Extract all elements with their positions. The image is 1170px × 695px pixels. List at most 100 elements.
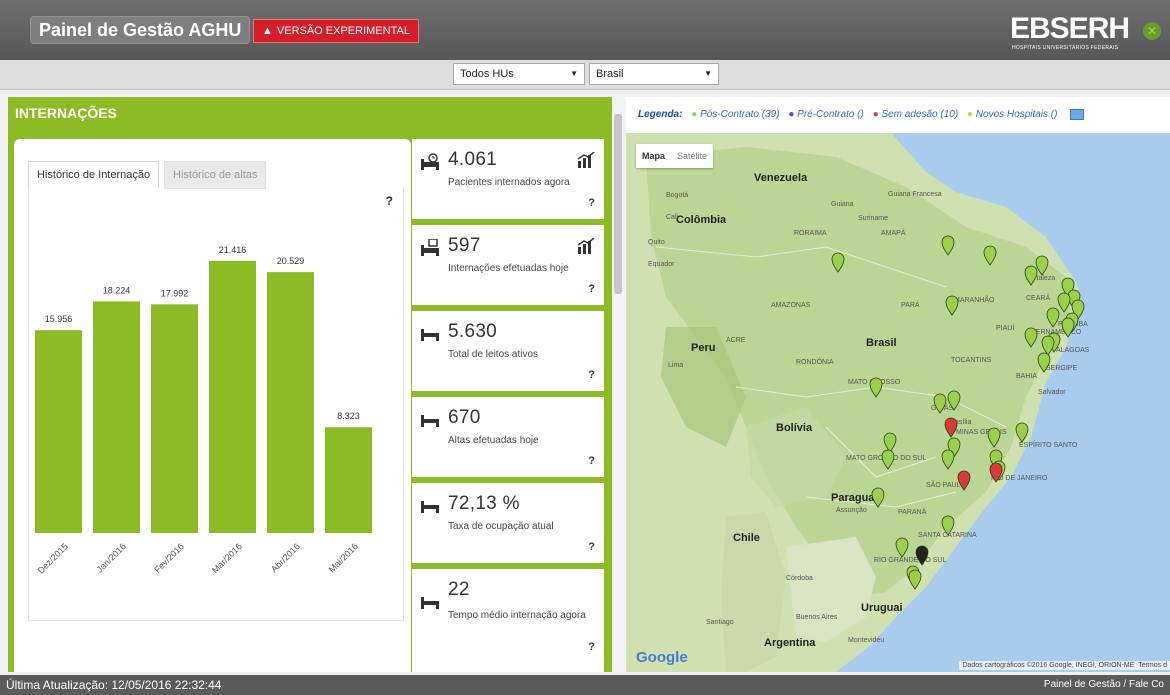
pin-icon: ● xyxy=(966,109,973,120)
help-icon[interactable]: ? xyxy=(588,197,595,209)
bar-value-label: 17.992 xyxy=(161,288,189,298)
chevron-down-icon: ▼ xyxy=(704,69,712,78)
hospital-pin-icon[interactable] xyxy=(1041,335,1055,356)
tab-historico-internacao[interactable]: Histórico de Internação xyxy=(28,161,160,189)
hospital-pin-icon[interactable] xyxy=(895,537,909,558)
bar-Mai/2016[interactable] xyxy=(325,427,372,533)
hospital-pin-icon[interactable] xyxy=(941,515,955,536)
hospital-pin-icon[interactable] xyxy=(915,545,929,566)
bar-Fev/2016[interactable] xyxy=(151,304,198,533)
bar-value-label: 20.529 xyxy=(277,256,305,266)
hospital-pin-icon[interactable] xyxy=(869,377,883,398)
app-title[interactable]: Painel de Gestão AGHU xyxy=(30,16,251,44)
filter-bar: Todos HUs ▼ Brasil ▼ xyxy=(0,60,1170,147)
close-icon[interactable]: ✕ xyxy=(1143,22,1161,40)
hospital-pin-icon[interactable] xyxy=(1061,317,1075,338)
chart-icon[interactable] xyxy=(577,152,595,168)
hospital-pin-icon[interactable] xyxy=(908,569,922,590)
legend-item-sem-adesao[interactable]: ● Sem adesão (10) xyxy=(873,109,959,120)
stat-label: Total de leitos ativos xyxy=(448,349,539,360)
stat-card: 670 Altas efetuadas hoje ? xyxy=(412,397,604,477)
legend-title: Legenda: xyxy=(638,109,683,120)
pin-icon: ● xyxy=(691,109,698,120)
hospital-pin-icon[interactable] xyxy=(1024,327,1038,348)
legend-item-novos-hospitais[interactable]: ● Novos Hospitais () xyxy=(967,109,1058,120)
hospital-pin-icon[interactable] xyxy=(957,470,971,491)
help-icon[interactable]: ? xyxy=(588,541,595,553)
hospital-pin-icon[interactable] xyxy=(881,449,895,470)
bar-value-label: 21.416 xyxy=(219,245,247,255)
internacoes-panel: INTERNAÇÕES Histórico de Internação Hist… xyxy=(8,97,612,672)
map-button[interactable]: Mapa xyxy=(636,144,671,168)
stat-value: 4.061 xyxy=(448,149,498,170)
stat-value: 5.630 xyxy=(448,321,498,342)
logo-subtitle: HOSPITAIS UNIVERSITÁRIOS FEDERAIS xyxy=(1012,45,1119,51)
hospital-pin-icon[interactable] xyxy=(883,432,897,453)
bar-Mar/2016[interactable] xyxy=(209,260,256,533)
bed-calendar-icon xyxy=(421,239,439,256)
hospital-pin-icon[interactable] xyxy=(941,449,955,470)
stat-value: 22 xyxy=(448,579,470,600)
hospital-pin-icon[interactable] xyxy=(983,245,997,266)
hospital-pin-icon[interactable] xyxy=(871,487,885,508)
stat-value: 670 xyxy=(448,407,481,428)
legend-item-pre-contrato[interactable]: ● Pré-Contrato () xyxy=(788,109,864,120)
stat-card: 22 Tempo médio internação agora ? xyxy=(412,569,604,672)
hospital-pin-icon[interactable] xyxy=(831,252,845,273)
ebserh-logo: EBSERH xyxy=(1010,12,1130,45)
legend-item-pos-contrato[interactable]: ● Pós-Contrato (39) xyxy=(691,109,779,120)
stat-card: 597 Internações efetuadas hoje ? xyxy=(412,225,604,305)
bar-value-label: 15.956 xyxy=(45,314,73,324)
warning-icon: ▲ xyxy=(262,25,273,37)
bar-value-label: 18.224 xyxy=(103,285,131,295)
satellite-button[interactable]: Satélite xyxy=(671,144,713,168)
hospital-pin-icon[interactable] xyxy=(944,417,958,438)
x-tick-label: Abr/2016 xyxy=(269,541,302,574)
last-update: Última Atualização: 12/05/2016 22:32:44 xyxy=(6,678,222,692)
help-icon[interactable]: ? xyxy=(588,455,595,467)
help-icon[interactable]: ? xyxy=(588,283,595,295)
table-view-icon[interactable] xyxy=(1070,108,1085,120)
help-icon[interactable]: ? xyxy=(588,369,595,381)
hospital-pin-icon[interactable] xyxy=(941,235,955,256)
hospital-pin-icon[interactable] xyxy=(945,295,959,316)
stat-label: Tempo médio internação agora xyxy=(448,610,586,621)
region-select[interactable]: Brasil ▼ xyxy=(589,63,719,85)
stat-label: Taxa de ocupação atual xyxy=(448,521,554,532)
hospital-pin-icon[interactable] xyxy=(1035,255,1049,276)
help-icon[interactable]: ? xyxy=(386,194,393,208)
hospital-pin-icon[interactable] xyxy=(1057,292,1071,313)
scrollbar-thumb[interactable] xyxy=(614,114,622,294)
bar-Dez/2015[interactable] xyxy=(35,330,82,533)
hu-select[interactable]: Todos HUs ▼ xyxy=(453,63,585,85)
bar-chart: 15.956 Dez/2015 18.224 Jan/2016 17.992 Fev/20… xyxy=(35,245,372,576)
stat-label: Altas efetuadas hoje xyxy=(448,435,539,446)
tab-historico-altas[interactable]: Histórico de altas xyxy=(164,161,267,189)
stat-card: 72,13 % Taxa de ocupação atual ? xyxy=(412,483,604,563)
hu-select-value: Todos HUs xyxy=(460,68,514,80)
stat-card: 5.630 Total de leitos ativos ? xyxy=(412,311,604,391)
top-bar: Painel de Gestão AGHU ▲ VERSÃO EXPERIMEN… xyxy=(0,0,1170,60)
map-panel[interactable]: Venezuela Bogotá Colômbia Cali Guiana Guiana … xyxy=(626,97,1170,672)
bar-Abr/2016[interactable] xyxy=(267,272,314,533)
panel-scrollbar[interactable] xyxy=(612,97,624,672)
experimental-label: VERSÃO EXPERIMENTAL xyxy=(276,25,410,37)
hospital-pin-icon[interactable] xyxy=(1015,422,1029,443)
map-legend: Legenda: ● Pós-Contrato (39) ● Pré-Contr… xyxy=(626,97,1170,133)
help-icon[interactable]: ? xyxy=(588,641,595,653)
hospital-pin-icon[interactable] xyxy=(947,390,961,411)
footer-links[interactable]: Painel de Gestão / Fale Co xyxy=(1044,675,1164,695)
hospital-pin-icon[interactable] xyxy=(933,393,947,414)
bed-icon xyxy=(421,329,439,341)
hospital-pin-icon[interactable] xyxy=(1024,265,1038,286)
map-pins xyxy=(831,235,1085,590)
hospital-pin-icon[interactable] xyxy=(1037,352,1051,373)
hospital-pin-icon[interactable] xyxy=(989,462,1003,483)
chart-icon[interactable] xyxy=(577,238,595,254)
x-tick-label: Jan/2016 xyxy=(95,541,128,574)
hospital-pin-icon[interactable] xyxy=(987,427,1001,448)
chart-container: Histórico de Internação Histórico de alt… xyxy=(14,139,411,672)
bar-Jan/2016[interactable] xyxy=(93,301,140,533)
bed-clock-icon xyxy=(421,153,439,170)
hospital-pin-icon[interactable] xyxy=(1046,307,1060,328)
